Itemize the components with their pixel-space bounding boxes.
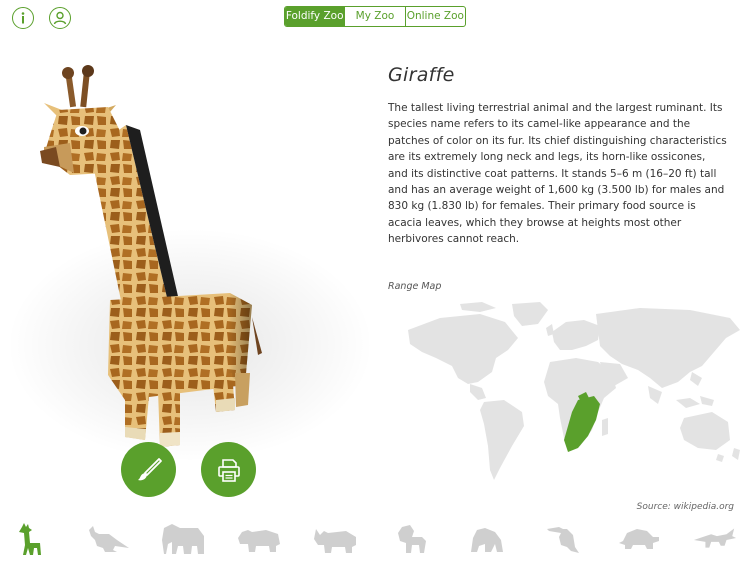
animal-tab-lion[interactable]: [388, 519, 434, 559]
range-map-label: Range Map: [388, 281, 442, 292]
print-button[interactable]: [201, 442, 256, 497]
range-map: [408, 302, 740, 480]
user-button[interactable]: [49, 7, 71, 29]
animal-tab-crocodile[interactable]: [692, 519, 738, 559]
animal-tab-hippo[interactable]: [236, 519, 282, 559]
giraffe-model[interactable]: [30, 55, 280, 455]
crocodile-icon: [693, 528, 737, 548]
elephant-icon: [162, 524, 204, 554]
lion-icon: [398, 525, 426, 553]
info-button[interactable]: [12, 7, 34, 29]
animal-tab-giraffe[interactable]: [8, 519, 54, 559]
animal-tab-rhino[interactable]: [312, 519, 358, 559]
animal-tab-toucan[interactable]: [540, 519, 586, 559]
animal-tab-turtle[interactable]: [616, 519, 662, 559]
gorilla-icon: [471, 528, 503, 552]
user-icon: [53, 11, 67, 25]
tab-foldify-zoo[interactable]: Foldify Zoo: [285, 7, 346, 26]
turtle-icon: [619, 529, 659, 549]
tab-online-zoo[interactable]: Online Zoo: [406, 7, 465, 26]
info-icon: [21, 12, 25, 24]
printer-icon: [217, 458, 240, 482]
paint-button[interactable]: [121, 442, 176, 497]
animal-tab-gorilla[interactable]: [464, 519, 510, 559]
toucan-icon: [547, 527, 579, 553]
zoo-segmented-control: Foldify Zoo My Zoo Online Zoo: [284, 6, 466, 27]
hippo-icon: [238, 530, 280, 552]
animal-selector-bar: [0, 515, 750, 563]
animal-tab-kangaroo[interactable]: [84, 519, 130, 559]
rhino-icon: [314, 529, 356, 553]
animal-name: Giraffe: [388, 64, 455, 86]
paintbrush-icon: [137, 457, 162, 480]
animal-description: The tallest living terrestrial animal an…: [388, 102, 727, 246]
kangaroo-icon: [89, 526, 129, 552]
giraffe-icon: [19, 523, 41, 555]
animal-tab-elephant[interactable]: [160, 519, 206, 559]
source-label: Source: wikipedia.org: [636, 502, 734, 512]
world-landmass: [408, 302, 740, 480]
tab-my-zoo[interactable]: My Zoo: [345, 7, 406, 26]
